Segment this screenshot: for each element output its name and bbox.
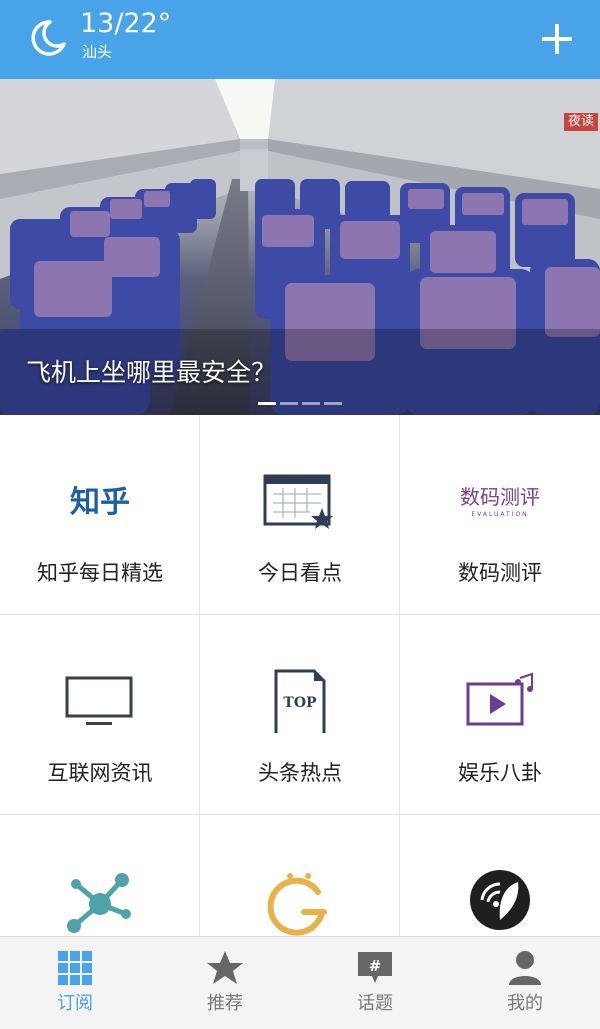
carousel-indicator <box>258 402 342 406</box>
grid-item-entertainment[interactable]: 娱乐八卦 <box>400 615 600 815</box>
nav-label: 推荐 <box>207 993 243 1014</box>
grid-item-label: 头条热点 <box>258 761 342 785</box>
calendar-star-icon <box>263 474 333 529</box>
video-music-icon <box>466 672 533 726</box>
svg-text:数码测评: 数码测评 <box>460 485 540 509</box>
zhihu-logo: 知乎 <box>70 485 130 520</box>
nav-label: 话题 <box>357 993 393 1014</box>
svg-text:TOP: TOP <box>283 695 317 711</box>
crescent-moon-icon[interactable] <box>28 18 68 58</box>
grid-item-zhihu[interactable]: 知乎 知乎每日精选 <box>0 415 200 615</box>
top-bar: 13/22° 汕头 <box>0 0 600 79</box>
network-nodes-icon <box>67 873 131 933</box>
person-icon <box>509 951 541 985</box>
carousel-dot[interactable] <box>258 402 276 405</box>
nav-recommend[interactable]: 推荐 <box>150 937 300 1029</box>
nav-mine[interactable]: 我的 <box>450 937 600 1029</box>
featured-banner[interactable]: 夜读 飞机上坐哪里最安全？ <box>0 79 600 415</box>
grid-item-funny[interactable] <box>200 815 400 936</box>
bottom-navigation: 订阅 推荐 # 话题 我的 <box>0 936 600 1029</box>
carousel-dot[interactable] <box>324 402 342 405</box>
carousel-dot[interactable] <box>280 402 298 405</box>
grid-item-internet-news[interactable]: 互联网资讯 <box>0 615 200 815</box>
city-name[interactable]: 汕头 <box>82 43 112 61</box>
night-reading-badge[interactable]: 夜读 <box>563 113 598 131</box>
svg-text:EVALUATION: EVALUATION <box>471 511 528 518</box>
subscription-grid: 知乎 知乎每日精选 今日看点 数码测评 EVALUATION 数码测评 互联网资… <box>0 415 600 936</box>
grid-icon <box>58 951 92 985</box>
nav-subscribe[interactable]: 订阅 <box>0 937 150 1029</box>
grid-item-wifi-brand[interactable] <box>400 815 600 936</box>
grid-item-label: 互联网资讯 <box>47 761 153 785</box>
grid-item-label: 娱乐八卦 <box>458 761 542 785</box>
grid-item-today-highlights[interactable]: 今日看点 <box>200 415 400 615</box>
banner-title[interactable]: 飞机上坐哪里最安全？ <box>26 357 276 389</box>
hashtag-bubble-icon: # <box>358 952 392 983</box>
carousel-dot[interactable] <box>302 402 320 405</box>
svg-text:知乎: 知乎 <box>70 485 130 520</box>
nav-topics[interactable]: # 话题 <box>300 937 450 1029</box>
top-document-icon: TOP <box>274 669 326 733</box>
nav-label: 我的 <box>507 993 543 1014</box>
grid-item-headlines[interactable]: TOP 头条热点 <box>200 615 400 815</box>
grid-item-label: 知乎每日精选 <box>37 561 163 585</box>
shuma-ceping-logo: 数码测评 EVALUATION <box>460 485 540 518</box>
grid-item-digital-reviews[interactable]: 数码测评 EVALUATION 数码测评 <box>400 415 600 615</box>
star-icon <box>207 951 243 984</box>
monitor-icon <box>65 676 133 725</box>
plus-icon[interactable] <box>536 18 578 60</box>
grid-item-label: 今日看点 <box>258 561 342 585</box>
wifi-leaf-icon <box>470 870 530 930</box>
smiley-g-icon <box>267 873 327 936</box>
svg-text:#: # <box>369 957 382 975</box>
grid-item-tech[interactable] <box>0 815 200 936</box>
nav-label: 订阅 <box>57 993 93 1014</box>
temperature[interactable]: 13/22° <box>80 8 171 40</box>
grid-item-label: 数码测评 <box>458 561 542 585</box>
